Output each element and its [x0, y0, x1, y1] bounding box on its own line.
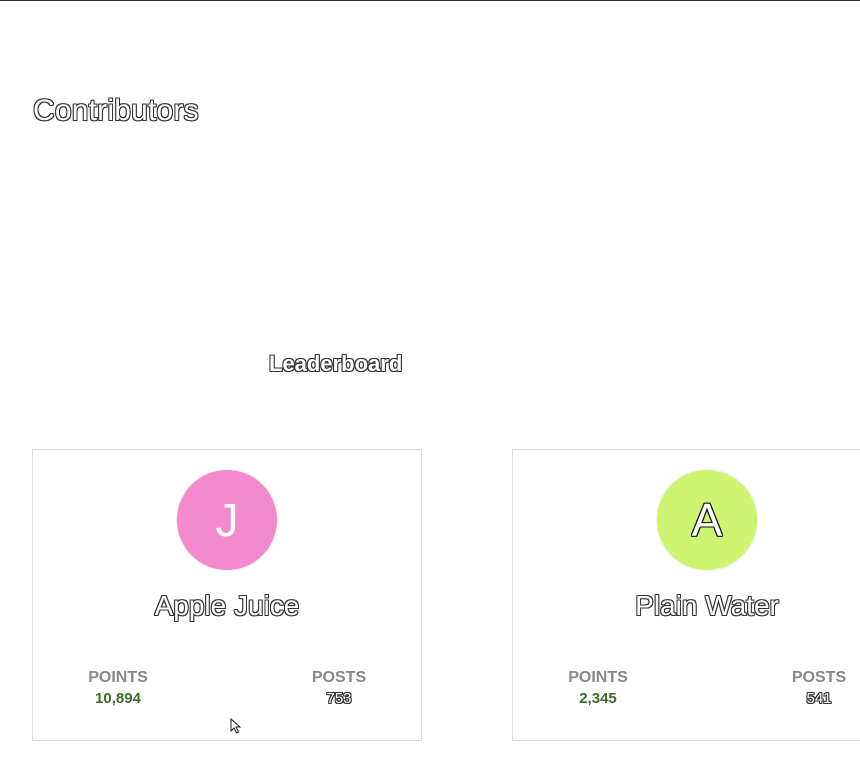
mouse-cursor-icon: [230, 718, 242, 734]
page-title: Contributors: [33, 94, 199, 127]
points-value: 10,894: [95, 690, 141, 707]
posts-stat: POSTS 541: [759, 669, 860, 707]
posts-label: POSTS: [311, 669, 367, 686]
contributor-name[interactable]: Plain Water: [513, 590, 860, 622]
points-stat: POINTS 10,894: [58, 669, 178, 707]
section-title-leaderboard: Leaderboard: [269, 351, 403, 376]
top-border: [0, 0, 860, 1]
posts-value: 753: [326, 690, 352, 707]
points-stat: POINTS 2,345: [538, 669, 658, 707]
avatar: J: [177, 470, 277, 570]
contributor-card[interactable]: A Plain Water POINTS 2,345 POSTS 541: [512, 449, 860, 741]
contributor-name[interactable]: Apple Juice: [33, 590, 421, 622]
posts-stat: POSTS 753: [279, 669, 399, 707]
points-label: POINTS: [568, 669, 628, 686]
posts-label: POSTS: [791, 669, 847, 686]
points-label: POINTS: [88, 669, 148, 686]
posts-value: 541: [806, 690, 832, 707]
contributor-card[interactable]: J Apple Juice POINTS 10,894 POSTS 753: [32, 449, 422, 741]
avatar: A: [657, 470, 757, 570]
points-value: 2,345: [579, 690, 617, 707]
